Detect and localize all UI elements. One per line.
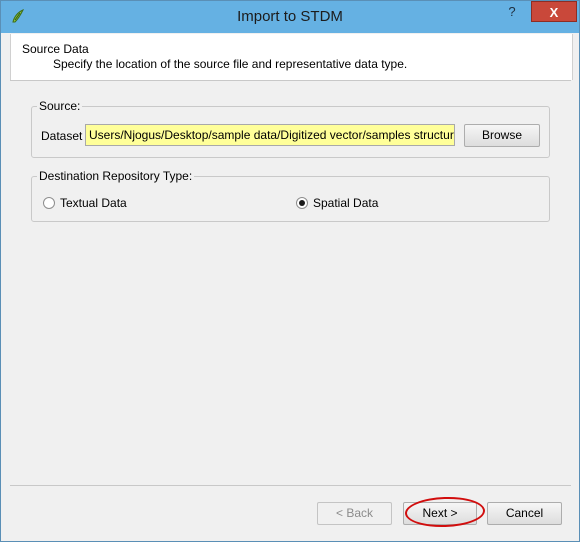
destination-group-title: Destination Repository Type: xyxy=(37,169,195,183)
page-subtitle: Specify the location of the source file … xyxy=(53,57,408,71)
window-title: Import to STDM xyxy=(237,8,343,25)
spatial-data-label[interactable]: Spatial Data xyxy=(313,196,378,210)
import-dialog: Import to STDM ? X Source Data Specify t… xyxy=(0,0,580,542)
dataset-path-field[interactable]: Users/Njogus/Desktop/sample data/Digitiz… xyxy=(85,124,455,146)
footer-divider xyxy=(10,485,571,486)
textual-data-radio[interactable] xyxy=(43,197,55,209)
source-group-title: Source: xyxy=(37,99,83,113)
help-button[interactable]: ? xyxy=(498,1,526,23)
spatial-data-radio[interactable] xyxy=(296,197,308,209)
textual-data-label[interactable]: Textual Data xyxy=(60,196,127,210)
dataset-label: Dataset xyxy=(41,129,83,143)
header-divider xyxy=(10,80,571,81)
close-button[interactable]: X xyxy=(531,1,577,22)
cancel-button[interactable]: Cancel xyxy=(487,502,562,525)
title-bar[interactable]: Import to STDM ? X xyxy=(1,1,579,33)
back-button[interactable]: < Back xyxy=(317,502,392,525)
browse-button[interactable]: Browse xyxy=(464,124,540,147)
page-title: Source Data xyxy=(22,42,89,56)
